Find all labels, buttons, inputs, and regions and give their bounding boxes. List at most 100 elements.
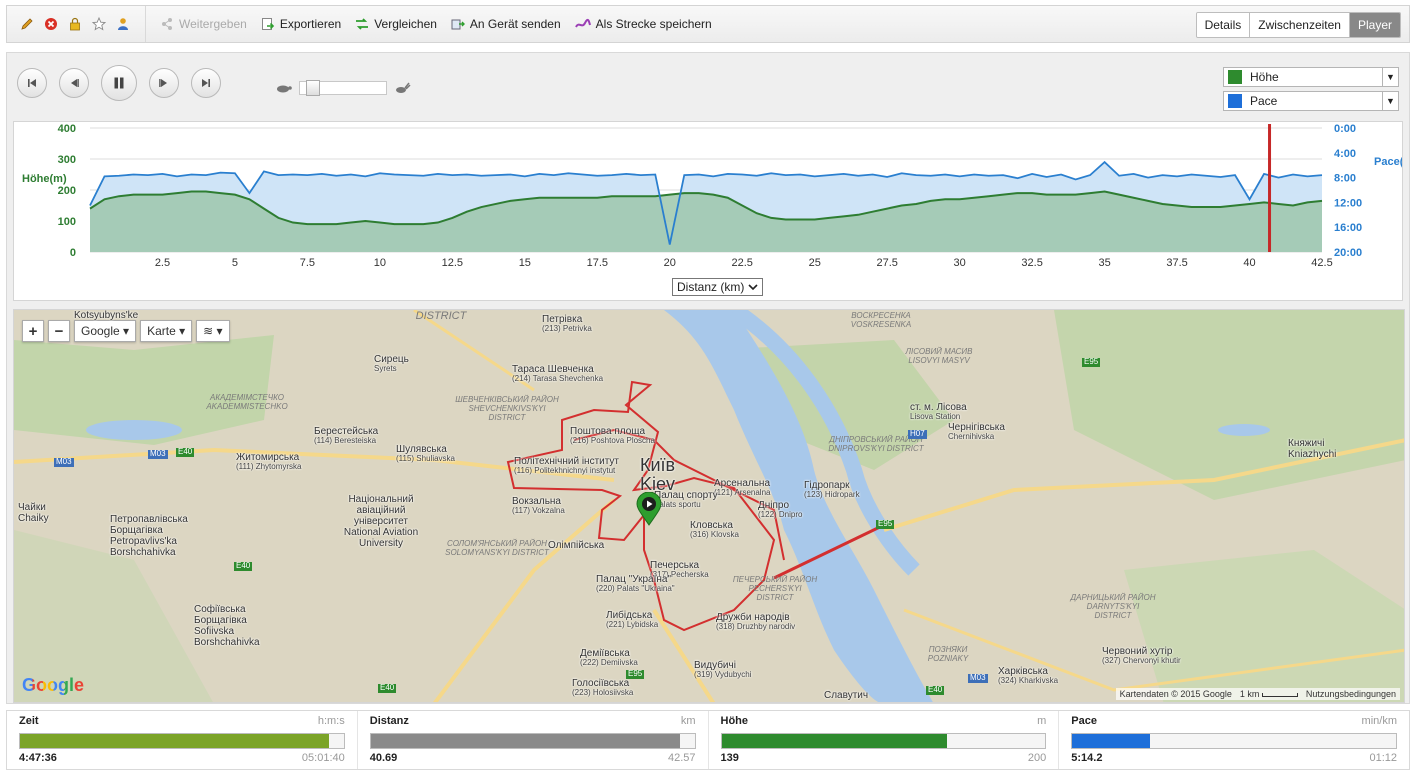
lock-icon[interactable] bbox=[67, 16, 83, 32]
tab-player[interactable]: Player bbox=[1349, 13, 1400, 37]
map-label-sub: National Aviation University bbox=[343, 527, 419, 549]
map-label-sub: (221) Lybidska bbox=[606, 620, 659, 629]
map-type-select[interactable]: Karte ▾ bbox=[140, 320, 193, 342]
map-label-sub: (324) Kharkivska bbox=[998, 676, 1059, 685]
current-position-marker[interactable] bbox=[636, 491, 662, 529]
elevation-pace-chart[interactable]: 0 100 200 300 400 0:00 4:00 8:00 12:00 16:00 20:00… bbox=[13, 121, 1404, 301]
map-label-name: Національний авіаційний університет bbox=[348, 494, 414, 527]
stat-current: 4:47:36 bbox=[19, 752, 57, 764]
map-label: Софіївська Борщагівка Sofiivska Borshchah… bbox=[194, 604, 274, 648]
tab-zwischenzeiten[interactable]: Zwischenzeiten bbox=[1250, 13, 1350, 37]
map-label: Палац "Україна" (220) Palats "Ukraina" bbox=[596, 574, 675, 594]
layers-button[interactable]: ≋ ▾ bbox=[196, 320, 230, 342]
step-back-icon bbox=[71, 79, 79, 87]
step-forward-button[interactable] bbox=[149, 68, 179, 98]
map-label-sub: (316) Klovska bbox=[690, 530, 739, 539]
road-badge: E95 bbox=[876, 519, 895, 529]
y-tick-label-left: 100 bbox=[58, 216, 76, 228]
x-tick-label: 17.5 bbox=[587, 257, 608, 269]
view-switch: Details Zwischenzeiten Player bbox=[1195, 12, 1401, 38]
export-action[interactable]: Exportieren bbox=[261, 17, 341, 31]
route-map[interactable]: + − Google ▾ Karte ▾ ≋ ▾ Kotsyubyns'ke П… bbox=[13, 309, 1405, 703]
x-tick-label: 25 bbox=[809, 257, 821, 269]
pencil-icon[interactable] bbox=[19, 16, 35, 32]
map-label: Червоний хутір (327) Chervonyi khutir bbox=[1102, 646, 1181, 666]
x-tick-label: 37.5 bbox=[1166, 257, 1187, 269]
playback-controls bbox=[17, 65, 221, 101]
distance-axis-select-label: Distanz (km) bbox=[677, 280, 745, 294]
map-label-sub: (114) Beresteiska bbox=[314, 436, 377, 445]
tab-details[interactable]: Details bbox=[1196, 13, 1251, 37]
map-attribution: Kartendaten © 2015 Google bbox=[1119, 689, 1232, 699]
skip-end-icon bbox=[202, 79, 210, 87]
map-label: Либідська (221) Lybidska bbox=[606, 610, 658, 630]
map-label-sub: (115) Shuliavska bbox=[396, 454, 455, 463]
stat-fill bbox=[721, 734, 947, 748]
pause-icon bbox=[114, 77, 124, 89]
compare-icon bbox=[356, 18, 369, 30]
district-label: АКАДЕМІМСТЕЧКО AKADEMMISTECHKO bbox=[206, 393, 288, 411]
share-action[interactable]: Weitergeben bbox=[160, 17, 247, 31]
road-badge: E95 bbox=[626, 669, 645, 679]
star-icon[interactable] bbox=[91, 16, 107, 32]
send-device-label: An Gerät senden bbox=[469, 17, 561, 31]
stat-title: Pace bbox=[1071, 715, 1097, 727]
step-back-button[interactable] bbox=[59, 68, 89, 98]
stat-fill bbox=[370, 734, 681, 748]
road-badge: M03 bbox=[968, 673, 988, 683]
x-tick-label: 40 bbox=[1243, 257, 1255, 269]
series-select-hoehe[interactable]: Höhe ▼ bbox=[1223, 67, 1399, 87]
road-badge: E40 bbox=[378, 683, 397, 693]
stat-pace: Pace min/km 5:14.2 01:12 bbox=[1059, 711, 1409, 769]
y-tick-label-left: 0 bbox=[70, 247, 76, 259]
map-label: Чернігівська Chernihivska bbox=[948, 422, 1005, 442]
stat-progress bbox=[19, 733, 345, 749]
delete-icon[interactable] bbox=[43, 16, 59, 32]
road-badge: H07 bbox=[908, 429, 927, 439]
map-label-sub: (214) Tarasa Shevchenka bbox=[512, 374, 604, 383]
zoom-out-button[interactable]: − bbox=[48, 320, 70, 342]
y-tick-label-right: 4:00 bbox=[1334, 148, 1356, 160]
map-label-sub: Sofiivska Borshchahivka bbox=[194, 626, 260, 648]
send-device-action[interactable]: An Gerät senden bbox=[451, 17, 561, 31]
speed-slider-handle[interactable] bbox=[306, 80, 320, 96]
chevron-down-icon: ▼ bbox=[1382, 92, 1398, 110]
stat-max: 01:12 bbox=[1369, 752, 1397, 764]
map-label: Арсенальна (121) Arsenalna bbox=[714, 478, 770, 498]
stats-bar: Zeit h:m:s 4:47:36 05:01:40 Distanz km 40.6… bbox=[6, 710, 1410, 770]
send-device-icon bbox=[451, 19, 465, 30]
speed-slider[interactable] bbox=[299, 80, 387, 96]
y-tick-label-right: 12:00 bbox=[1334, 197, 1362, 209]
zoom-in-button[interactable]: + bbox=[22, 320, 44, 342]
compare-action[interactable]: Vergleichen bbox=[355, 17, 437, 31]
road-badge: E95 bbox=[1082, 357, 1101, 367]
distance-axis-select[interactable]: Distanz (km) bbox=[672, 278, 764, 296]
map-label: Політехнічний інститут (116) Politekhnich… bbox=[514, 456, 619, 476]
series-select-pace[interactable]: Pace ▼ bbox=[1223, 91, 1399, 111]
chevron-down-icon: ▼ bbox=[1382, 68, 1398, 86]
x-tick-label: 22.5 bbox=[732, 257, 753, 269]
map-label: Деміївська (222) Demiivska bbox=[580, 648, 638, 668]
map-label-sub: (213) Petrivka bbox=[542, 324, 592, 333]
skip-end-button[interactable] bbox=[191, 68, 221, 98]
map-terms-link[interactable]: Nutzungsbedingungen bbox=[1306, 689, 1396, 699]
x-tick-label: 35 bbox=[1098, 257, 1110, 269]
map-label: Дружби народів (318) Druzhby narodiv bbox=[716, 612, 795, 632]
person-icon[interactable] bbox=[115, 16, 131, 32]
map-provider-select[interactable]: Google ▾ bbox=[74, 320, 137, 342]
stat-max: 05:01:40 bbox=[301, 752, 345, 764]
step-forward-icon bbox=[159, 79, 167, 87]
map-label: Чайки Chaiky bbox=[18, 502, 49, 524]
map-label: Дніпро (122) Dnipro bbox=[758, 500, 802, 520]
pause-button[interactable] bbox=[101, 65, 137, 101]
map-label-sub: (116) Politekhnichnyi instytut bbox=[514, 466, 616, 475]
stat-unit: m bbox=[1037, 715, 1047, 727]
skip-start-button[interactable] bbox=[17, 68, 47, 98]
map-label: Житомирська (111) Zhytomyrska bbox=[236, 452, 302, 472]
map-label-sub: (111) Zhytomyrska bbox=[236, 462, 302, 471]
stat-progress bbox=[720, 733, 1047, 749]
save-course-action[interactable]: Als Strecke speichern bbox=[574, 17, 712, 31]
map-label-sub: (123) Hidropark bbox=[804, 490, 860, 499]
stat-max: 200 bbox=[1027, 752, 1047, 764]
map-label-name: Чайки bbox=[18, 502, 46, 513]
